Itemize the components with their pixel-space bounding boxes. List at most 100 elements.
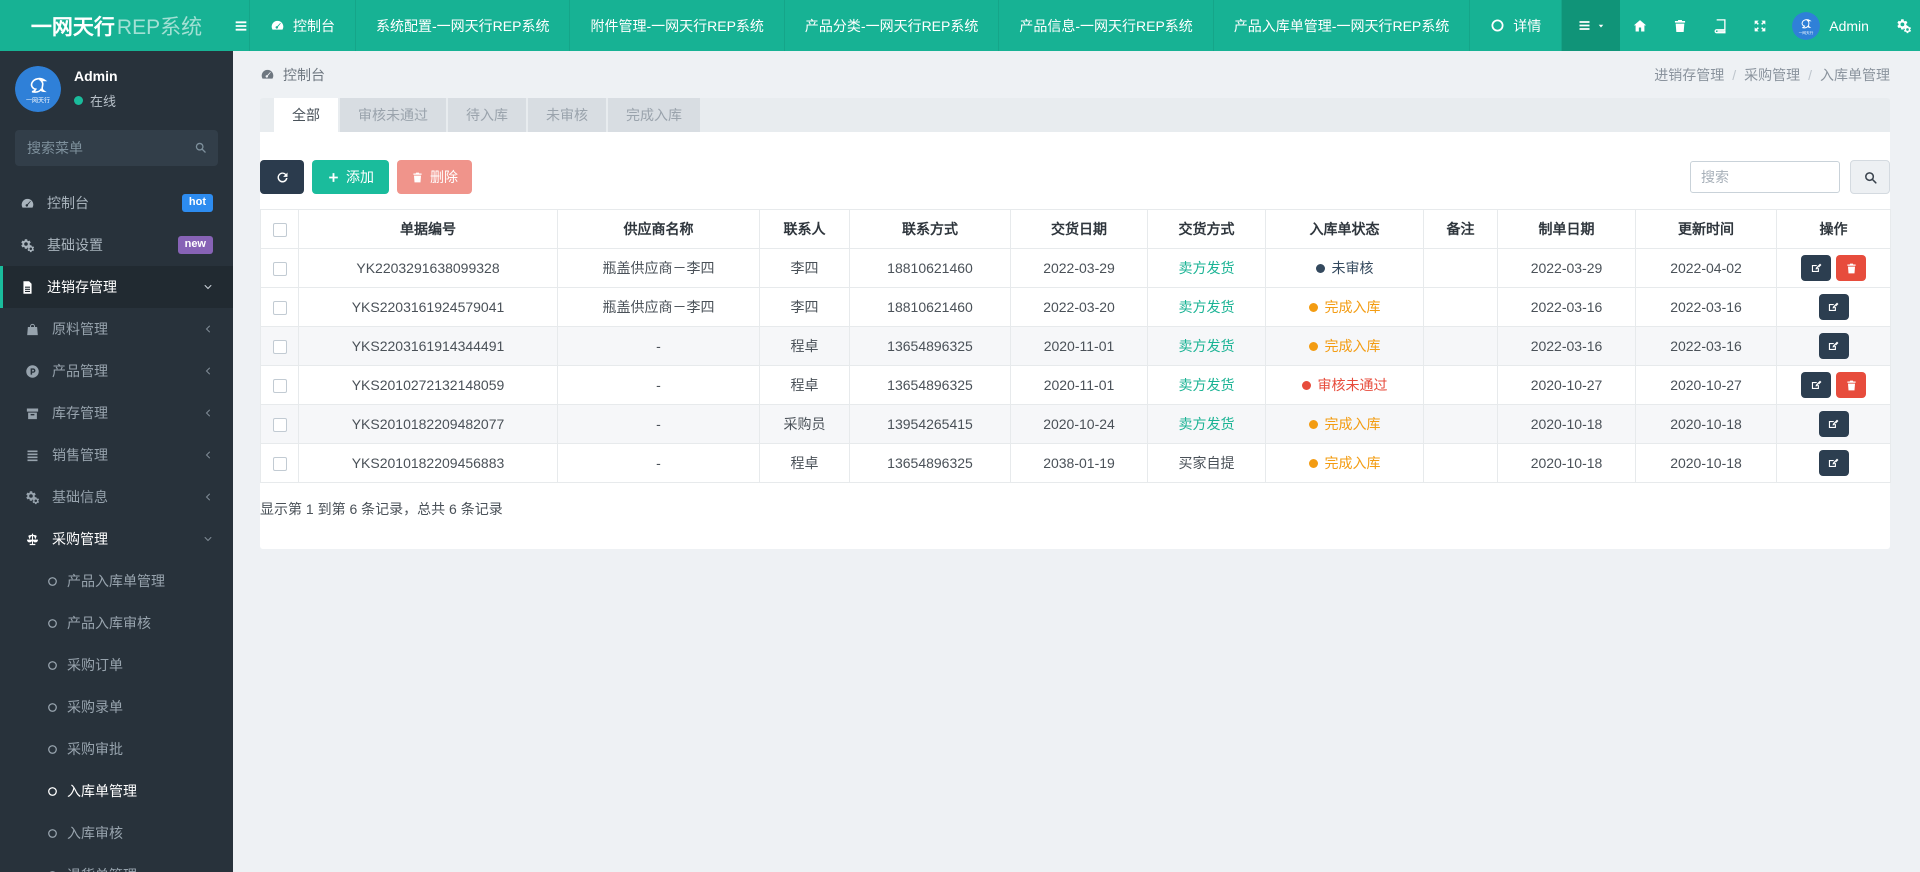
app-logo[interactable]: 一网天行 REP系统 <box>0 0 233 51</box>
sidebar-item-4[interactable]: 产品管理 <box>0 350 233 392</box>
filter-tab-0[interactable]: 全部 <box>274 98 338 132</box>
filter-tab-2[interactable]: 待入库 <box>448 98 526 132</box>
row-checkbox[interactable] <box>272 418 287 433</box>
column-header-5[interactable]: 交货方式 <box>1147 209 1266 249</box>
edit-button[interactable] <box>1818 411 1849 437</box>
sidebar-item-13[interactable]: 采购审批 <box>0 728 233 770</box>
sidebar-item-1[interactable]: 基础设置 new <box>0 224 233 266</box>
sidebar-item-2[interactable]: 进销存管理 <box>0 266 233 308</box>
breadcrumb-left-label[interactable]: 控制台 <box>283 65 325 85</box>
add-button[interactable]: 添加 <box>312 160 389 194</box>
search-button[interactable] <box>1850 160 1890 194</box>
refresh-button[interactable] <box>260 160 304 194</box>
settings-button[interactable] <box>1881 0 1920 51</box>
filter-tab-3[interactable]: 未审核 <box>528 98 606 132</box>
delete-row-button[interactable] <box>1836 255 1866 281</box>
column-header-7[interactable]: 备注 <box>1423 209 1498 249</box>
sidebar-toggle-button[interactable] <box>233 0 249 51</box>
navbar-tab-5[interactable]: 产品入库单管理-一网天行REP系统 <box>1212 0 1469 51</box>
navbar-tab-0[interactable]: 控制台 <box>249 0 355 51</box>
navbar-tab-2[interactable]: 附件管理-一网天行REP系统 <box>569 0 783 51</box>
sidebar-item-11[interactable]: 采购订单 <box>0 644 233 686</box>
home-button[interactable] <box>1620 0 1660 51</box>
column-header-1[interactable]: 供应商名称 <box>557 209 760 249</box>
row-checkbox[interactable] <box>272 457 287 472</box>
column-header-3[interactable]: 联系方式 <box>849 209 1011 249</box>
cell-created: 2022-03-16 <box>1497 287 1636 327</box>
sidebar-item-8[interactable]: 采购管理 <box>0 518 233 560</box>
select-all-checkbox[interactable] <box>272 223 287 238</box>
sidebar-item-0[interactable]: 控制台 hot <box>0 182 233 224</box>
cell-phone: 13954265415 <box>849 404 1011 444</box>
sidebar-item-7[interactable]: 基础信息 <box>0 476 233 518</box>
edit-button[interactable] <box>1818 450 1849 476</box>
filter-tab-1[interactable]: 审核未通过 <box>340 98 446 132</box>
sidebar-item-label: 库存管理 <box>52 405 108 421</box>
sidebar-item-3[interactable]: 原料管理 <box>0 308 233 350</box>
sidebar-item-label: 基础信息 <box>52 489 108 505</box>
column-header-10[interactable]: 操作 <box>1776 209 1891 249</box>
sidebar-item-10[interactable]: 产品入库审核 <box>0 602 233 644</box>
edit-button[interactable] <box>1818 294 1849 320</box>
search-icon <box>1863 170 1878 185</box>
clear-cache-button[interactable] <box>1660 0 1700 51</box>
sidebar-item-label: 产品入库审核 <box>67 615 151 631</box>
docs-button[interactable] <box>1700 0 1740 51</box>
column-header-2[interactable]: 联系人 <box>759 209 850 249</box>
edit-button[interactable] <box>1801 372 1831 398</box>
navbar-tab-3[interactable]: 产品分类-一网天行REP系统 <box>783 0 998 51</box>
navbar-tabs: 控制台 系统配置-一网天行REP系统 附件管理-一网天行REP系统 产品分类-一网天行… <box>249 0 1563 51</box>
cell-supplier: - <box>557 365 760 405</box>
table-search-input[interactable] <box>1690 161 1840 193</box>
edit-button[interactable] <box>1801 255 1831 281</box>
fullscreen-button[interactable] <box>1740 0 1780 51</box>
column-header-6[interactable]: 入库单状态 <box>1265 209 1424 249</box>
row-checkbox[interactable] <box>272 379 287 394</box>
avatar <box>15 66 61 112</box>
status-dot <box>1301 380 1311 390</box>
edit-button[interactable] <box>1818 333 1849 359</box>
menu-search-input[interactable] <box>15 130 218 166</box>
cell-created: 2022-03-29 <box>1497 248 1636 288</box>
column-header-0[interactable]: 单据编号 <box>298 209 558 249</box>
filter-tab-4[interactable]: 完成入库 <box>608 98 700 132</box>
column-header-4[interactable]: 交货日期 <box>1010 209 1148 249</box>
sidebar-item-9[interactable]: 产品入库单管理 <box>0 560 233 602</box>
breadcrumb-item[interactable]: 采购管理 <box>1732 65 1800 85</box>
cell-remark <box>1423 248 1498 288</box>
navbar-tab-1[interactable]: 系统配置-一网天行REP系统 <box>355 0 569 51</box>
column-header-8[interactable]: 制单日期 <box>1497 209 1636 249</box>
sidebar-item-14[interactable]: 入库单管理 <box>0 770 233 812</box>
pencil-icon <box>1810 379 1823 392</box>
tabs-dropdown-button[interactable] <box>1562 0 1621 51</box>
sidebar-item-6[interactable]: 销售管理 <box>0 434 233 476</box>
sidebar-item-16[interactable]: 退货单管理 <box>0 854 233 872</box>
cell-order-id: YKS2010182209456883 <box>298 443 558 483</box>
cell-actions <box>1776 365 1891 405</box>
navbar-tab-6[interactable]: 详情 <box>1469 0 1563 51</box>
sidebar-item-15[interactable]: 入库审核 <box>0 812 233 854</box>
delete-button[interactable]: 删除 <box>397 160 472 194</box>
status-dot <box>1315 263 1325 273</box>
row-checkbox[interactable] <box>272 301 287 316</box>
navbar-tab-label: 产品信息-一网天行REP系统 <box>1019 17 1193 34</box>
cell-supplier: 瓶盖供应商－李四 <box>557 248 760 288</box>
row-checkbox[interactable] <box>272 340 287 355</box>
plus-icon <box>327 171 340 184</box>
navbar-tab-4[interactable]: 产品信息-一网天行REP系统 <box>998 0 1212 51</box>
cell-actions <box>1776 248 1891 288</box>
search-icon <box>194 141 207 154</box>
breadcrumb-item[interactable]: 进销存管理 <box>1654 65 1724 85</box>
cell-delivery-date: 2020-10-24 <box>1010 404 1148 444</box>
navbar-tab-label: 详情 <box>1513 17 1542 34</box>
navbar-tab-label: 产品分类-一网天行REP系统 <box>804 17 979 34</box>
table-row: YKS2203161914344491 - 程卓 13654896325 202… <box>260 326 1891 366</box>
pencil-icon <box>1827 457 1840 470</box>
sidebar-item-5[interactable]: 库存管理 <box>0 392 233 434</box>
cell-order-id: YKS2010182209482077 <box>298 404 558 444</box>
sidebar-item-12[interactable]: 采购录单 <box>0 686 233 728</box>
delete-row-button[interactable] <box>1836 372 1866 398</box>
column-header-9[interactable]: 更新时间 <box>1635 209 1777 249</box>
user-menu[interactable]: Admin <box>1780 0 1881 51</box>
row-checkbox[interactable] <box>272 262 287 277</box>
